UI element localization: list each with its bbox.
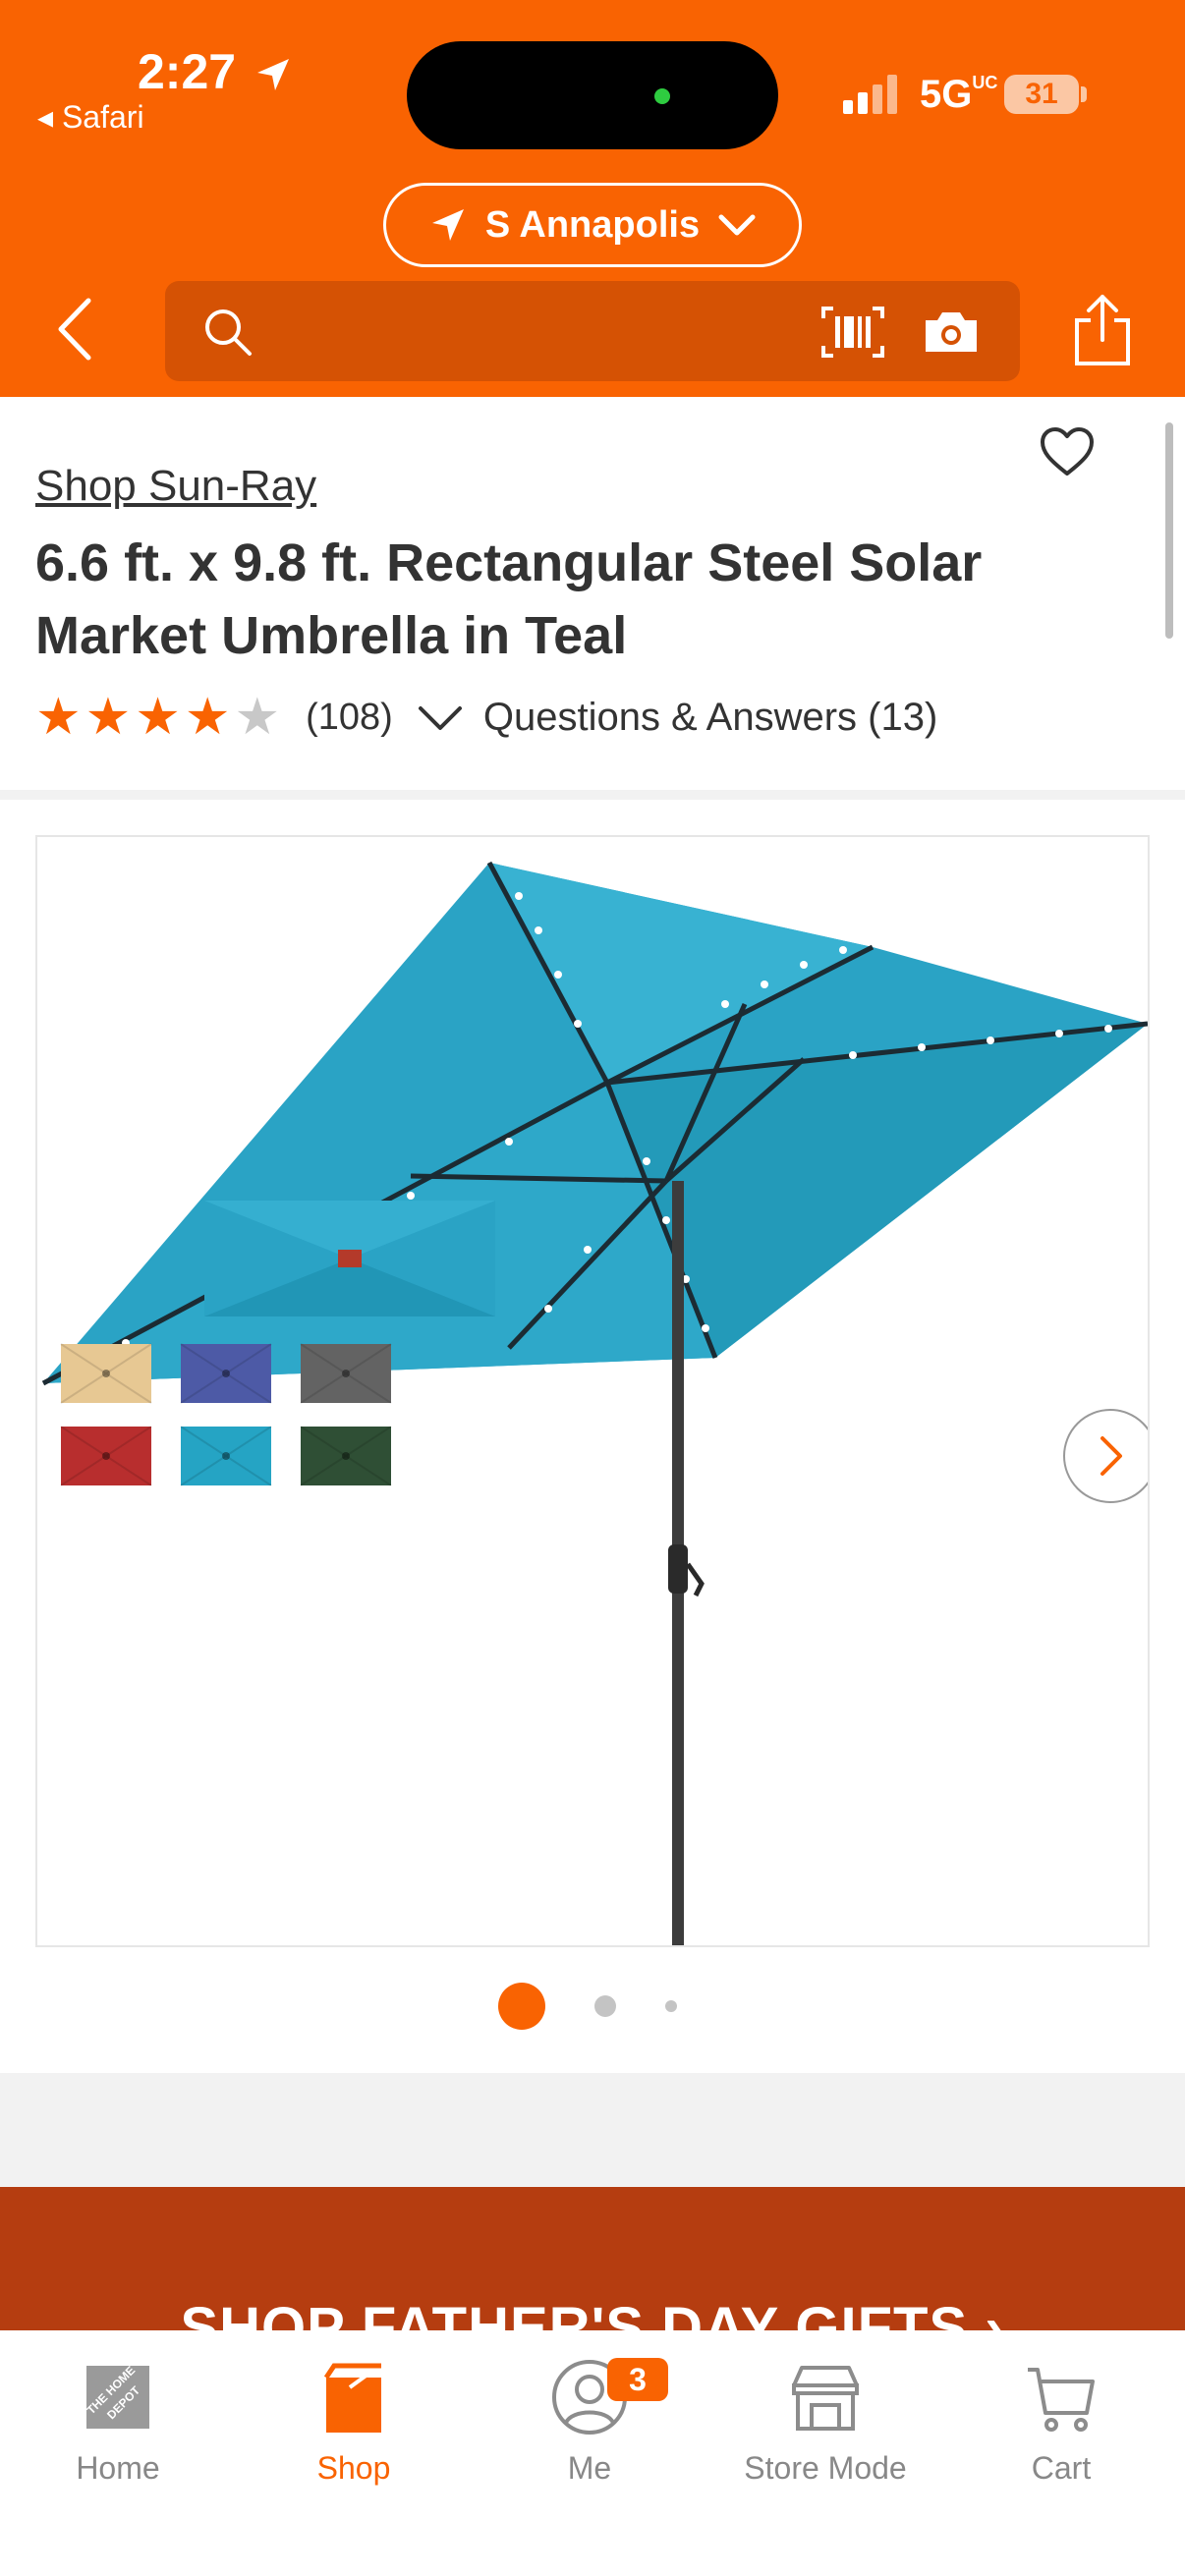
- star-empty-icon: ★: [234, 689, 281, 746]
- signal-strength-icon: [843, 75, 897, 114]
- product-image-gallery: [0, 800, 1185, 2073]
- barcode-scan-icon[interactable]: [821, 307, 884, 358]
- pagination-dot-active[interactable]: [498, 1983, 545, 2030]
- store-location-name: S Annapolis: [484, 203, 701, 246]
- search-icon: [205, 309, 252, 356]
- star-rating: ★ ★ ★ ★ ★: [35, 692, 280, 743]
- pagination-dot[interactable]: [665, 2000, 677, 2012]
- color-swatch: [60, 1426, 152, 1486]
- chevron-down-icon[interactable]: [417, 700, 464, 734]
- star-filled-icon: ★: [184, 689, 231, 746]
- review-count[interactable]: (108): [306, 697, 393, 739]
- color-swatch: [180, 1426, 272, 1486]
- nav-label: Cart: [1031, 2450, 1092, 2486]
- star-filled-icon: ★: [85, 689, 132, 746]
- cart-icon: [1028, 2368, 1095, 2432]
- back-to-safari-link[interactable]: ◂ Safari: [37, 98, 144, 136]
- product-image[interactable]: [35, 835, 1150, 1947]
- bottom-navigation: THE HOME DEPOT Home Shop 3 Me Store Mode: [0, 2330, 1185, 2576]
- network-type: 5GUC: [920, 73, 998, 116]
- battery-nub: [1081, 86, 1087, 102]
- notification-badge: 3: [607, 2358, 668, 2401]
- chevron-right-icon: [1100, 1436, 1122, 1476]
- status-time: 2:27: [138, 44, 237, 99]
- app-header: 2:27 ◂ Safari 5GUC 31 S Annapolis: [0, 0, 1185, 397]
- back-arrow-icon[interactable]: [51, 295, 100, 364]
- nav-label: Shop: [316, 2450, 391, 2486]
- color-swatch: [60, 1343, 152, 1404]
- next-image-button[interactable]: [1063, 1409, 1148, 1503]
- battery-level: 31: [1004, 75, 1079, 114]
- store-icon: [792, 2366, 859, 2431]
- nav-label: Store Mode: [744, 2450, 907, 2486]
- color-swatch: [180, 1343, 272, 1404]
- star-filled-icon: ★: [35, 689, 82, 746]
- product-info-section: Shop Sun-Ray 6.6 ft. x 9.8 ft. Rectangul…: [0, 397, 1185, 790]
- nav-home[interactable]: THE HOME DEPOT Home: [0, 2358, 236, 2487]
- promo-banner[interactable]: SHOP FATHER'S DAY GIFTS ›: [0, 2187, 1185, 2344]
- favorite-heart-icon[interactable]: [1040, 426, 1095, 477]
- camera-icon[interactable]: [922, 308, 981, 356]
- color-swatch: [300, 1343, 392, 1404]
- nav-label: Me: [567, 2450, 612, 2486]
- umbrella-illustration: [41, 861, 1148, 1945]
- nav-label: Home: [76, 2450, 160, 2486]
- star-filled-icon: ★: [135, 689, 181, 746]
- search-input[interactable]: [165, 281, 1020, 381]
- nav-cart[interactable]: Cart: [943, 2358, 1179, 2487]
- nav-store-mode[interactable]: Store Mode: [707, 2358, 943, 2487]
- home-depot-logo-icon: THE HOME DEPOT: [85, 2364, 149, 2429]
- store-location-selector[interactable]: S Annapolis: [383, 183, 802, 267]
- rating-row[interactable]: ★ ★ ★ ★ ★ (108) Questions & Answers (13): [35, 688, 937, 747]
- gallery-pagination[interactable]: [0, 1983, 1185, 2030]
- location-arrow-icon: [431, 209, 464, 241]
- share-icon[interactable]: [1071, 293, 1134, 367]
- color-swatch: [300, 1426, 392, 1486]
- dynamic-island: [407, 41, 778, 149]
- shop-bag-icon: [323, 2363, 381, 2433]
- chevron-down-icon: [718, 214, 756, 236]
- shop-brand-link[interactable]: Shop Sun-Ray: [35, 462, 316, 511]
- questions-answers-link[interactable]: Questions & Answers (13): [483, 696, 937, 740]
- product-title: 6.6 ft. x 9.8 ft. Rectangular Steel Sola…: [35, 533, 983, 665]
- location-arrow-icon: [257, 59, 289, 90]
- pagination-dot[interactable]: [594, 1995, 616, 2017]
- scrollbar-thumb: [1165, 422, 1173, 639]
- camera-indicator-dot: [654, 88, 670, 104]
- nav-shop[interactable]: Shop: [236, 2358, 472, 2487]
- nav-me[interactable]: 3 Me: [472, 2358, 707, 2487]
